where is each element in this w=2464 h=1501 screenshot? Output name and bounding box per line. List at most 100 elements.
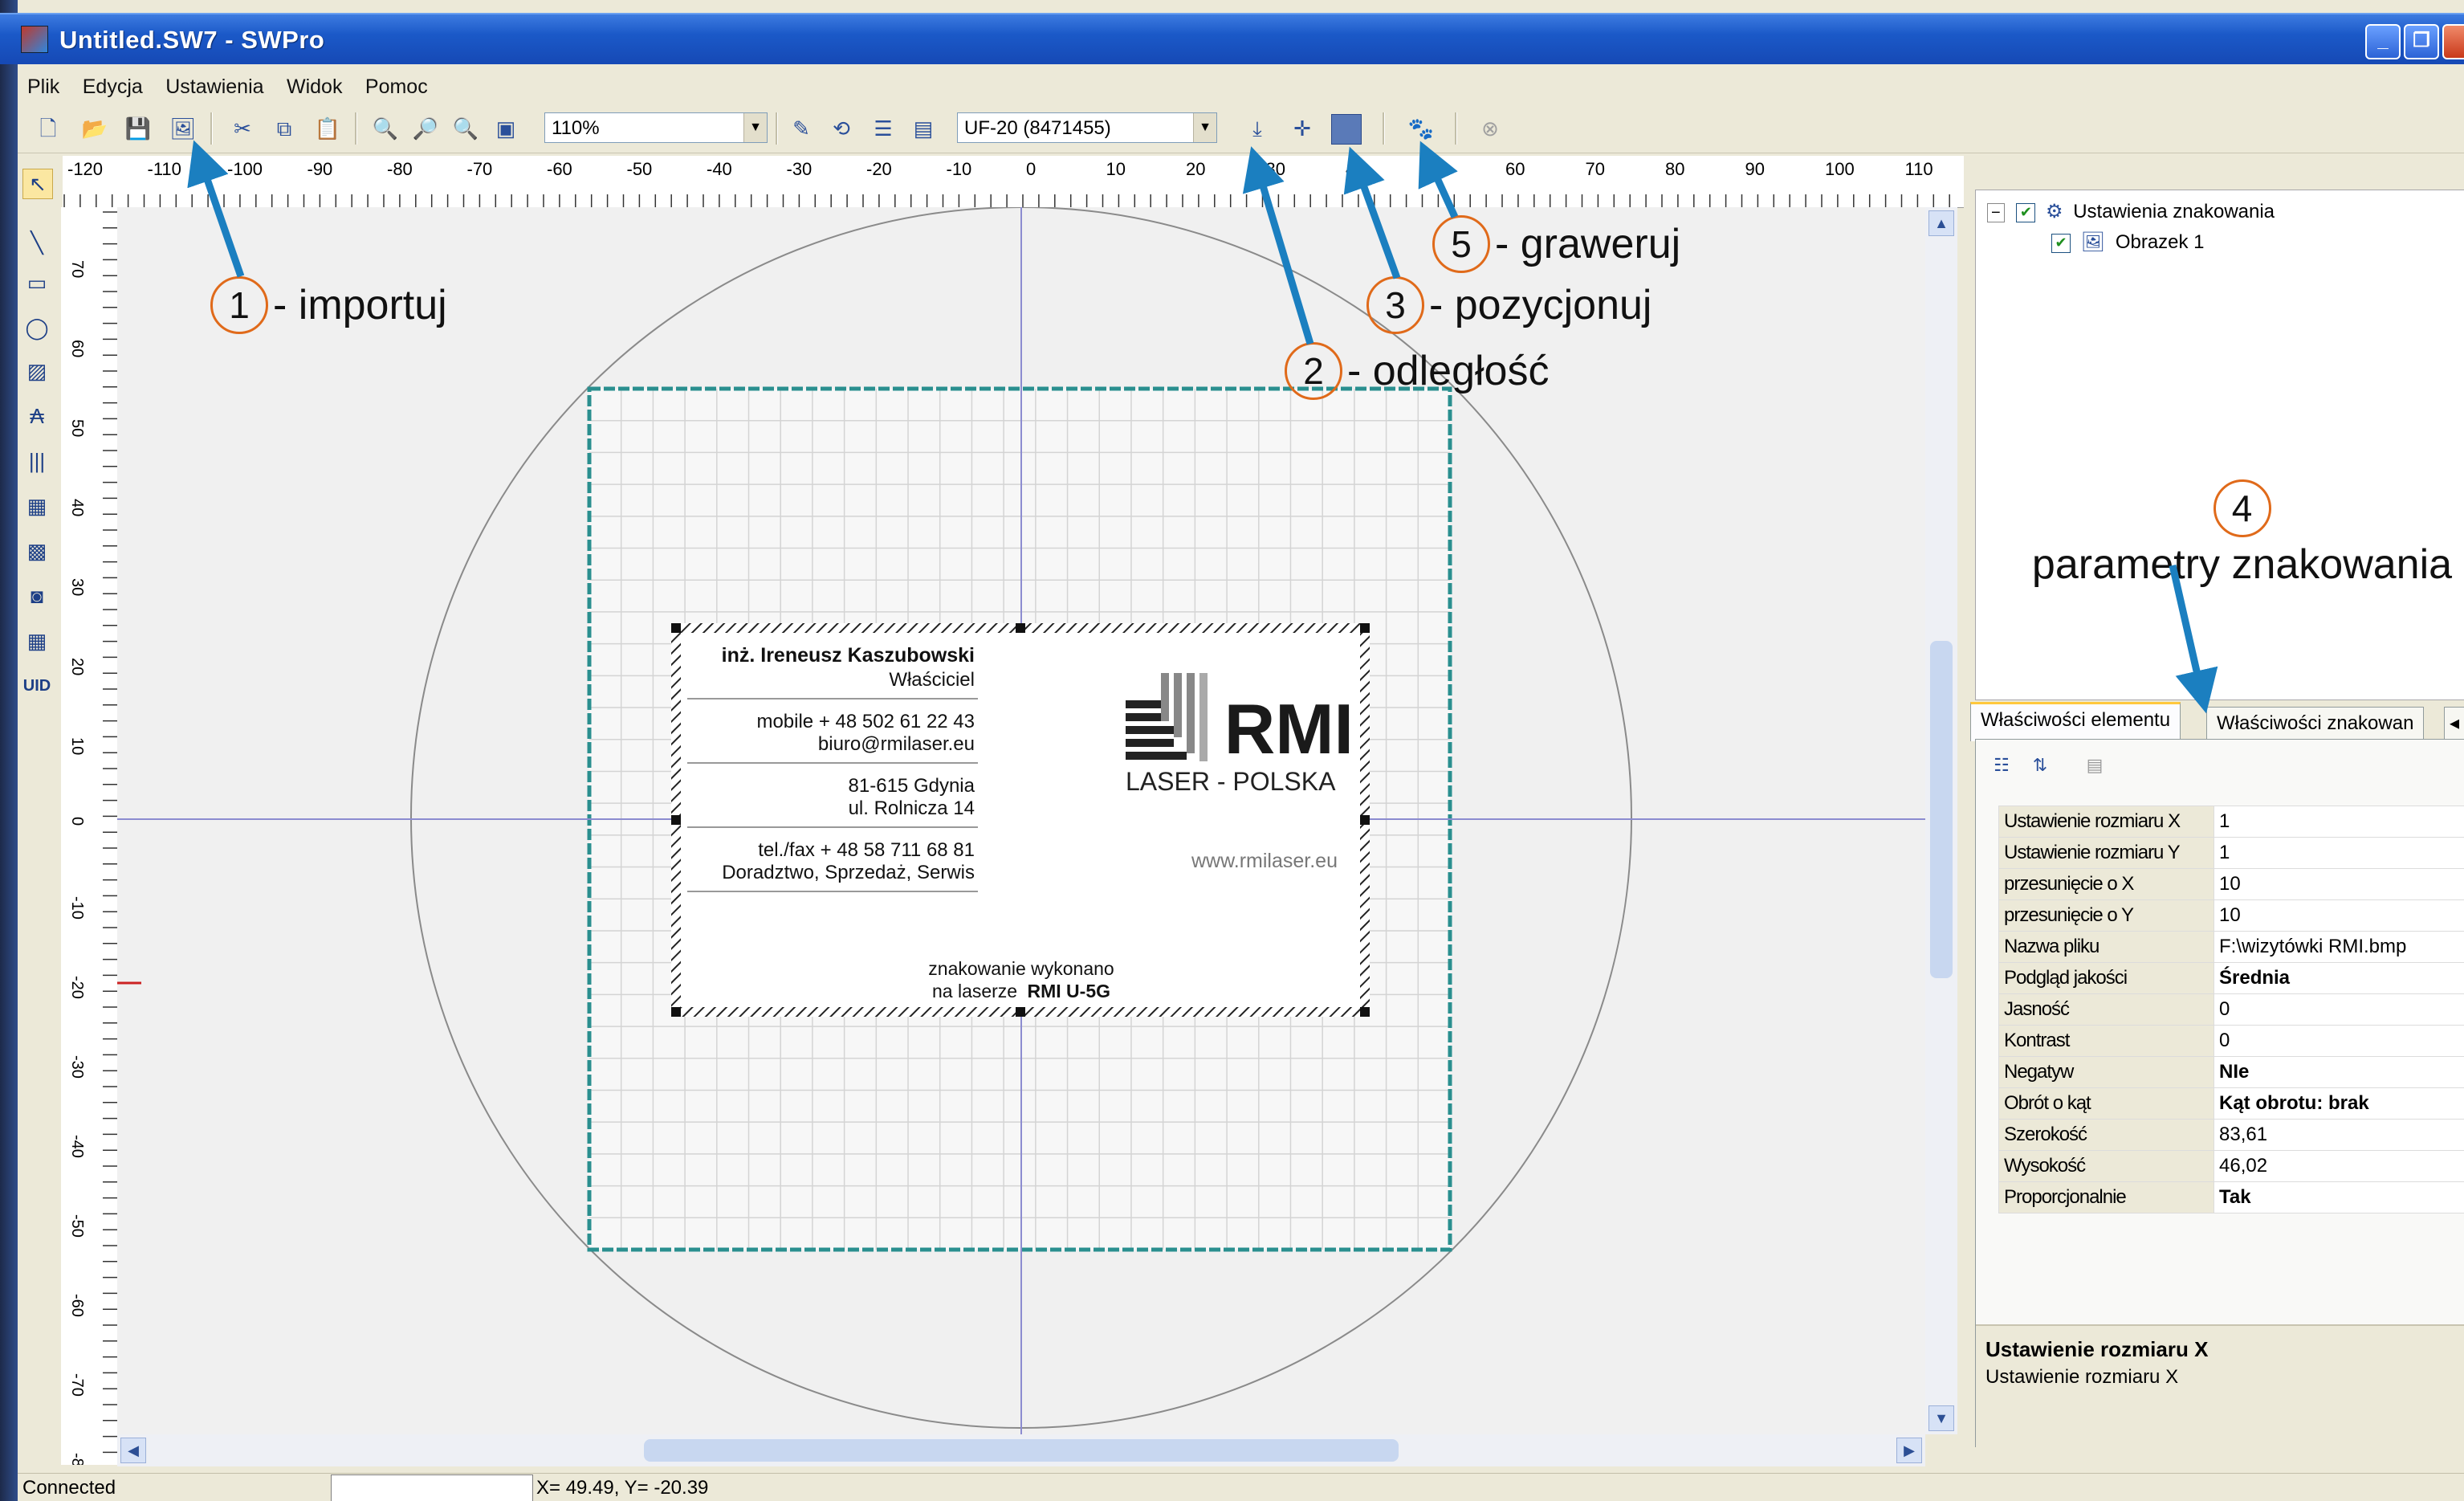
- checkbox-checked-icon[interactable]: ✔: [2051, 233, 2071, 253]
- resize-handle[interactable]: [1016, 623, 1025, 633]
- uid-icon[interactable]: UID: [22, 671, 51, 700]
- property-row[interactable]: Negatyw NIe: [1998, 1056, 2464, 1088]
- property-row[interactable]: Ustawienie rozmiaru Y1: [1998, 837, 2464, 869]
- pattern-icon[interactable]: ▩: [22, 536, 51, 565]
- device-combo[interactable]: UF-20 (8471455) ▼: [957, 112, 1217, 143]
- menu-ustawienia[interactable]: Ustawienia: [165, 75, 263, 99]
- sort-az-icon[interactable]: ⇅: [2026, 751, 2055, 780]
- text-arc-icon[interactable]: ₳: [22, 402, 51, 430]
- resize-handle[interactable]: [1360, 623, 1370, 633]
- scroll-right-icon[interactable]: ▶: [1896, 1438, 1922, 1463]
- open-folder-icon[interactable]: 📂: [80, 114, 109, 143]
- property-value[interactable]: Kąt obrotu: brak: [2214, 1087, 2464, 1120]
- horizontal-scrollbar[interactable]: ◀ ▶: [117, 1434, 1925, 1466]
- cut-icon[interactable]: ✂: [228, 114, 257, 143]
- zoom-in-icon[interactable]: 🔍: [371, 114, 400, 143]
- position-icon[interactable]: ✛: [1288, 114, 1317, 143]
- property-row[interactable]: Obrót o kąt Kąt obrotu: brak: [1998, 1087, 2464, 1120]
- property-key: przesunięcie o X: [1998, 868, 2214, 900]
- property-value[interactable]: F:\wizytówki RMI.bmp: [2214, 931, 2464, 963]
- resize-handle[interactable]: [671, 1007, 681, 1017]
- property-pages-icon[interactable]: ▤: [2080, 751, 2109, 780]
- scroll-down-icon[interactable]: ▼: [1928, 1405, 1954, 1431]
- resize-handle[interactable]: [1360, 815, 1370, 825]
- property-value[interactable]: NIe: [2214, 1056, 2464, 1088]
- property-row[interactable]: Podgląd jakości Średnia: [1998, 962, 2464, 994]
- rotate-icon[interactable]: ⟲: [827, 114, 856, 143]
- connect-icon[interactable]: ✎: [787, 114, 816, 143]
- ellipse-icon[interactable]: ◯: [22, 313, 51, 342]
- barcode-icon[interactable]: |||: [22, 447, 51, 475]
- restore-button[interactable]: ❐: [2404, 24, 2439, 59]
- vertical-scrollbar[interactable]: ▲ ▼: [1925, 207, 1957, 1434]
- tab-marking-properties[interactable]: Właściwości znakowan: [2206, 707, 2425, 740]
- scroll-left-icon[interactable]: ◀: [120, 1438, 146, 1463]
- property-row[interactable]: przesunięcie o Y 10: [1998, 899, 2464, 932]
- property-row[interactable]: Szerokość 83,61: [1998, 1119, 2464, 1151]
- menu-plik[interactable]: Plik: [27, 75, 59, 99]
- property-row[interactable]: Wysokość 46,02: [1998, 1150, 2464, 1182]
- property-row[interactable]: przesunięcie o X 10: [1998, 868, 2464, 900]
- resize-handle[interactable]: [1016, 1007, 1025, 1017]
- property-value[interactable]: 0: [2214, 993, 2464, 1026]
- categorized-icon[interactable]: ☷: [1987, 751, 2016, 780]
- property-value[interactable]: 0: [2214, 1025, 2464, 1057]
- save-icon[interactable]: 💾: [124, 114, 153, 143]
- property-value[interactable]: Tak: [2214, 1181, 2464, 1213]
- new-file-icon[interactable]: 🗋: [34, 114, 63, 143]
- property-value[interactable]: 10: [2214, 868, 2464, 900]
- design-canvas[interactable]: inż. Ireneusz Kaszubowski Właściciel mob…: [117, 207, 1925, 1434]
- minimize-button[interactable]: _: [2365, 24, 2401, 59]
- property-row[interactable]: Nazwa pliku F:\wizytówki RMI.bmp: [1998, 931, 2464, 963]
- line-icon[interactable]: ╲: [22, 228, 51, 257]
- zoom-fit-icon[interactable]: 🔍: [451, 114, 480, 143]
- property-value[interactable]: 10: [2214, 899, 2464, 932]
- property-row[interactable]: Jasność 0: [1998, 993, 2464, 1026]
- property-row[interactable]: Ustawienie rozmiaru X1: [1998, 806, 2464, 838]
- frame-icon[interactable]: [1331, 114, 1362, 145]
- tree-child-row[interactable]: ✔ 🖼 Obrazek 1: [2051, 230, 2205, 254]
- resize-handle[interactable]: [671, 815, 681, 825]
- property-value[interactable]: 1: [2214, 837, 2464, 869]
- image-icon[interactable]: ▨: [22, 357, 51, 385]
- collapse-icon[interactable]: −: [1987, 203, 2005, 222]
- engrave-icon[interactable]: 🐾: [1407, 114, 1436, 143]
- logo-icon[interactable]: ◙: [22, 581, 51, 610]
- qr-icon[interactable]: ▦: [22, 626, 51, 655]
- property-row[interactable]: Kontrast 0: [1998, 1025, 2464, 1057]
- layers-icon[interactable]: ▤: [909, 114, 938, 143]
- align-icon[interactable]: ☰: [869, 114, 898, 143]
- close-button[interactable]: [2442, 24, 2464, 59]
- menu-pomoc[interactable]: Pomoc: [365, 75, 428, 99]
- tab-element-properties[interactable]: Właściwości elementu: [1970, 702, 2181, 741]
- checkbox-checked-icon[interactable]: ✔: [2016, 202, 2036, 222]
- copy-icon[interactable]: ⧉: [270, 114, 299, 143]
- property-row[interactable]: Proporcjonalnie Tak: [1998, 1181, 2464, 1213]
- business-card[interactable]: inż. Ireneusz Kaszubowski Właściciel mob…: [671, 623, 1370, 1017]
- distance-icon[interactable]: ⤓: [1243, 114, 1272, 143]
- tree-root-row[interactable]: − ✔ ⚙ Ustawienia znakowania: [1987, 200, 2275, 223]
- chevron-down-icon[interactable]: ▼: [743, 113, 767, 142]
- zoom-out-icon[interactable]: 🔎: [411, 114, 440, 143]
- zoom-combo[interactable]: 110% ▼: [544, 112, 768, 143]
- zoom-page-icon[interactable]: ▣: [491, 114, 520, 143]
- property-value[interactable]: 83,61: [2214, 1119, 2464, 1151]
- rectangle-icon[interactable]: ▭: [22, 268, 51, 297]
- resize-handle[interactable]: [1360, 1007, 1370, 1017]
- resize-handle[interactable]: [671, 623, 681, 633]
- property-value[interactable]: 46,02: [2214, 1150, 2464, 1182]
- vertical-scroll-thumb[interactable]: [1930, 641, 1953, 978]
- tab-scroll-left-icon[interactable]: ◂: [2444, 707, 2464, 740]
- menu-edycja[interactable]: Edycja: [83, 75, 143, 99]
- horizontal-scroll-thumb[interactable]: [644, 1439, 1399, 1462]
- import-image-icon[interactable]: 🖼: [169, 114, 198, 143]
- stop-icon[interactable]: ⊗: [1476, 114, 1505, 143]
- scroll-up-icon[interactable]: ▲: [1928, 210, 1954, 236]
- datamatrix-icon[interactable]: ▦: [22, 491, 51, 520]
- property-value[interactable]: Średnia: [2214, 962, 2464, 994]
- property-value[interactable]: 1: [2214, 806, 2464, 838]
- paste-icon[interactable]: 📋: [313, 114, 342, 143]
- pointer-icon[interactable]: ↖: [22, 169, 53, 199]
- menu-widok[interactable]: Widok: [287, 75, 342, 99]
- chevron-down-icon[interactable]: ▼: [1193, 113, 1216, 142]
